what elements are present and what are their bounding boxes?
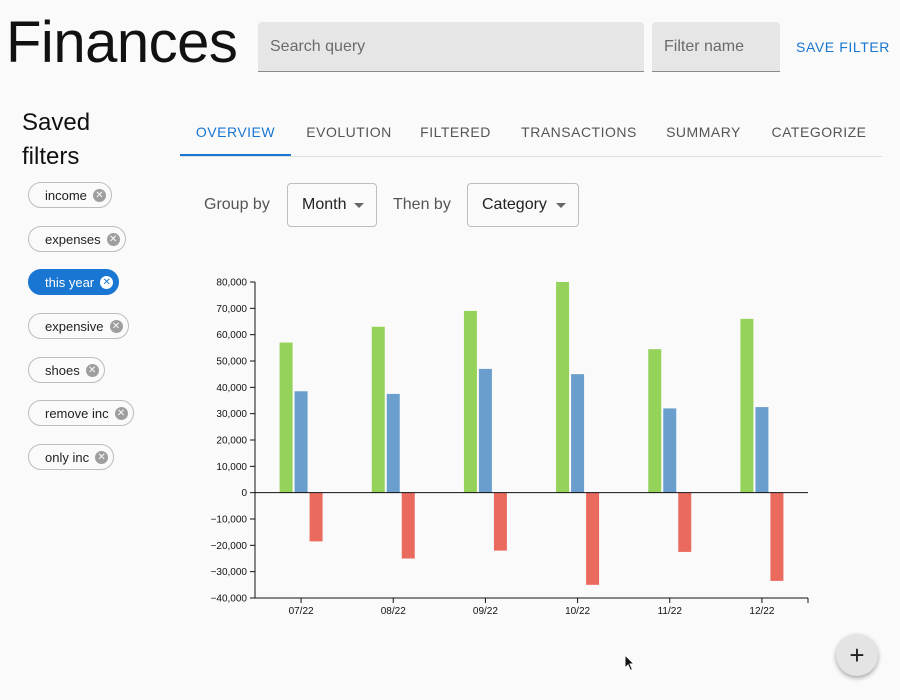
bar	[663, 408, 677, 493]
chip-delete-icon[interactable]: ✕	[92, 188, 106, 202]
search-field[interactable]	[258, 22, 644, 72]
bar	[401, 492, 415, 559]
bar	[371, 326, 385, 493]
bar	[294, 391, 308, 493]
chip-label: expenses	[45, 231, 101, 247]
chip-remove-inc[interactable]: remove inc ✕	[28, 400, 134, 426]
bar	[386, 393, 400, 493]
y-tick-label: 0	[241, 488, 247, 499]
dropdown-arrow-icon	[556, 203, 566, 208]
bar	[740, 318, 754, 493]
then-by-select[interactable]: Category	[467, 183, 579, 227]
active-tab-indicator	[180, 154, 291, 156]
bar	[770, 492, 784, 581]
chip-delete-icon[interactable]: ✕	[114, 406, 128, 420]
filter-name-field[interactable]	[652, 22, 780, 72]
page-title: Finances	[6, 10, 238, 75]
saved-filters-heading: Saved filters	[22, 106, 142, 174]
filter-name-input[interactable]	[652, 22, 780, 71]
bar	[309, 492, 323, 542]
x-tick-label: 10/22	[565, 606, 590, 617]
bar	[678, 492, 692, 552]
add-button[interactable]: +	[836, 634, 878, 676]
x-tick-label: 08/22	[381, 606, 406, 617]
chip-delete-icon[interactable]: ✕	[85, 363, 99, 377]
chip-delete-icon[interactable]: ✕	[109, 319, 123, 333]
bar	[556, 282, 570, 493]
dropdown-arrow-icon	[354, 203, 364, 208]
y-tick-label: 20,000	[216, 436, 247, 447]
bar	[571, 374, 585, 493]
x-tick-label: 07/22	[289, 606, 314, 617]
tab-bar: OVERVIEW EVOLUTION FILTERED TRANSACTIONS…	[180, 108, 882, 157]
x-tick-label: 09/22	[473, 606, 498, 617]
bar	[279, 342, 293, 493]
y-tick-label: 80,000	[216, 278, 247, 289]
chip-label: remove inc	[45, 405, 109, 421]
bar	[586, 492, 600, 585]
chip-only-inc[interactable]: only inc ✕	[28, 444, 115, 470]
then-by-label: Then by	[393, 196, 451, 213]
y-tick-label: 70,000	[216, 304, 247, 315]
group-by-label: Group by	[204, 196, 270, 213]
chip-this-year[interactable]: this year ✕	[28, 269, 120, 295]
tab-filtered[interactable]: FILTERED	[407, 108, 504, 156]
saved-filters-heading-line1: Saved	[22, 109, 91, 136]
then-by-value: Category	[482, 196, 547, 213]
chip-label: only inc	[45, 449, 90, 465]
y-tick-label: 10,000	[216, 462, 247, 473]
save-filter-button[interactable]: SAVE FILTER	[788, 34, 898, 60]
chip-expenses[interactable]: expenses ✕	[28, 226, 126, 252]
bar-chart: 80,000 70,000 60,000 50,000 40,000 30,000 20,0…	[211, 278, 809, 617]
y-tick-label: −10,000	[211, 515, 248, 526]
chip-delete-icon[interactable]: ✕	[95, 450, 109, 464]
saved-filters-heading-line2: filters	[22, 143, 80, 170]
mouse-cursor-icon	[624, 654, 636, 672]
chip-delete-icon[interactable]: ✕	[100, 275, 114, 289]
chip-delete-icon[interactable]: ✕	[106, 232, 120, 246]
bar	[493, 492, 507, 551]
y-tick-label: 50,000	[216, 357, 247, 368]
bar	[648, 349, 662, 493]
bar	[463, 310, 477, 493]
chip-shoes[interactable]: shoes ✕	[28, 357, 105, 383]
chip-label: expensive	[45, 318, 104, 334]
chip-label: this year	[45, 274, 95, 290]
y-tick-label: −30,000	[211, 567, 248, 578]
plus-icon: +	[849, 640, 865, 670]
tab-evolution[interactable]: EVOLUTION	[291, 108, 407, 156]
chip-expensive[interactable]: expensive ✕	[28, 313, 129, 339]
x-tick-label: 11/22	[658, 606, 683, 617]
bar	[478, 368, 492, 493]
x-tick-label: 12/22	[749, 606, 774, 617]
group-by-value: Month	[302, 196, 347, 213]
bar	[755, 407, 769, 493]
y-tick-label: 60,000	[216, 330, 247, 341]
tab-overview[interactable]: OVERVIEW	[180, 108, 291, 156]
tab-transactions[interactable]: TRANSACTIONS	[504, 108, 654, 156]
y-tick-label: 40,000	[216, 383, 247, 394]
chip-label: shoes	[45, 362, 80, 378]
chip-label: income	[45, 187, 87, 203]
y-tick-label: −20,000	[211, 541, 248, 552]
finances-app: Finances SAVE FILTER Saved filters incom…	[0, 0, 900, 700]
chip-income[interactable]: income ✕	[28, 182, 112, 208]
group-by-select[interactable]: Month	[287, 183, 377, 227]
tab-categorize[interactable]: CATEGORIZE	[753, 108, 885, 156]
tab-summary[interactable]: SUMMARY	[654, 108, 753, 156]
y-tick-label: −40,000	[211, 594, 248, 605]
y-tick-label: 30,000	[216, 409, 247, 420]
search-input[interactable]	[258, 22, 644, 71]
